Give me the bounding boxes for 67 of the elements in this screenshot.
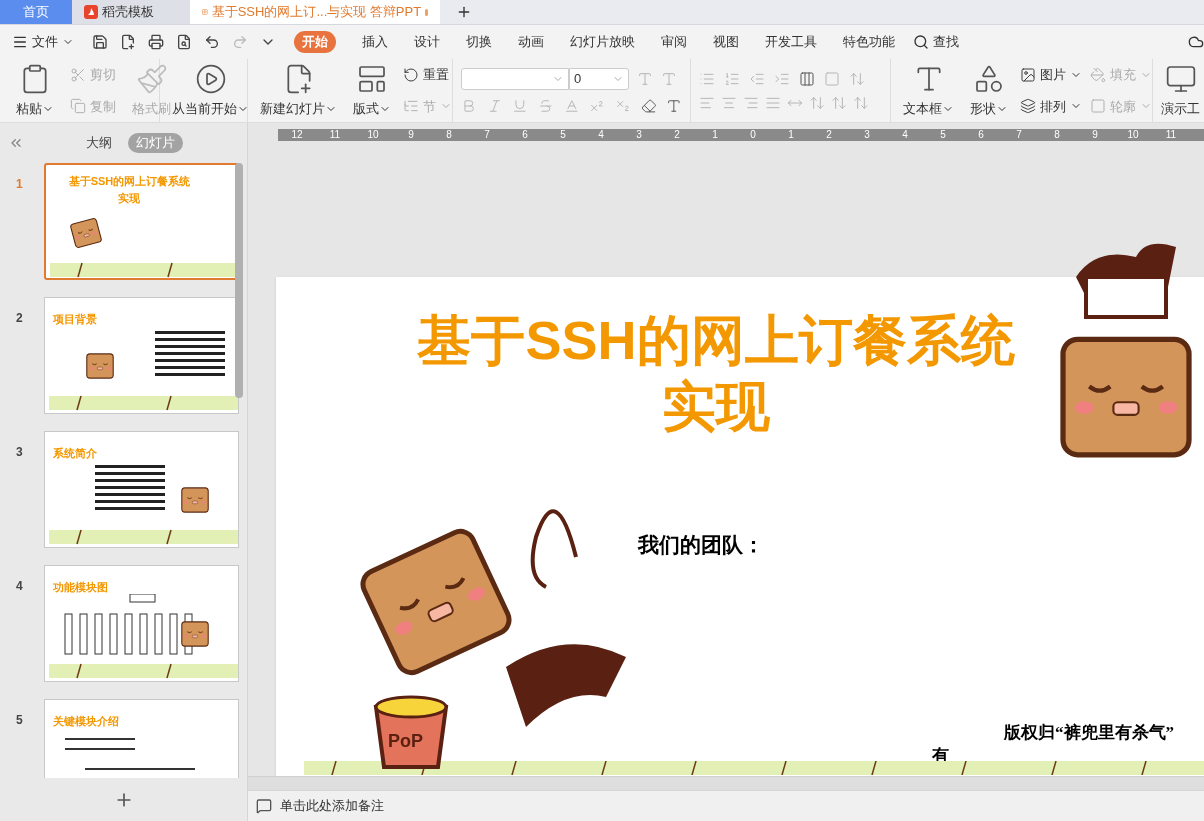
thumbnail-title: 项目背景: [52, 313, 97, 325]
ribbon-tab[interactable]: 幻灯片放映: [570, 32, 635, 52]
slide-number: 5: [16, 712, 24, 729]
ribbon-button[interactable]: 从当前开始: [168, 62, 253, 119]
ribbon-button[interactable]: 粘贴: [12, 62, 58, 119]
copyright-text: 版权归“裤兜里有杀气”: [1004, 722, 1174, 744]
ribbon-button[interactable]: 演示工: [1157, 62, 1204, 119]
ribbon-button[interactable]: 文本框: [899, 62, 958, 119]
format-icon[interactable]: [640, 97, 657, 114]
toolbar-icon[interactable]: [92, 34, 108, 50]
toolbar-icon[interactable]: [176, 34, 192, 50]
ribbon-tab[interactable]: 审阅: [661, 32, 687, 52]
tool-icon: [70, 98, 86, 115]
ribbon-tab[interactable]: 特色功能: [843, 32, 895, 52]
tool-icon: [403, 66, 419, 83]
scrollbar-thumb[interactable]: [235, 163, 243, 398]
slide-number: 4: [16, 578, 24, 595]
toolbar-icon[interactable]: [148, 34, 164, 50]
flame-logo-icon: [84, 5, 98, 19]
horizontal-scrollbar[interactable]: [248, 776, 1204, 790]
ruler: 12 11 10 9 8 7 6 5 4 3 2 1 0 1 2 3 4 5 6 7 8 9 10 11: [278, 129, 1204, 141]
tool-icon: [70, 66, 86, 83]
team-label: 我们的团队：: [638, 532, 764, 558]
panel-tab[interactable]: 大纲: [78, 133, 120, 153]
ribbon-tab[interactable]: 切换: [466, 32, 492, 52]
ribbon-tab[interactable]: 动画: [518, 32, 544, 52]
ribbon-tab[interactable]: 设计: [414, 32, 440, 52]
tool-icon: [194, 62, 227, 95]
ribbon-button[interactable]: 新建幻灯片: [256, 62, 341, 119]
tool-icon: [1090, 98, 1106, 115]
format-icon[interactable]: [666, 97, 683, 114]
thumbnail-title: 基于SSH的网上订餐系统: [68, 174, 191, 189]
tool-icon: [1020, 98, 1036, 115]
toolbar-icon[interactable]: [204, 34, 220, 50]
file-menu[interactable]: 文件: [12, 32, 74, 52]
ribbon-button[interactable]: 图片: [1020, 65, 1082, 85]
ribbon-tab[interactable]: 插入: [362, 32, 388, 52]
ribbon-tab[interactable]: 视图: [713, 32, 739, 52]
ribbon-button[interactable]: 版式: [349, 62, 395, 119]
ribbon-button[interactable]: 形状: [966, 62, 1012, 119]
slide-title: 实现: [662, 375, 770, 438]
menu-icon: [12, 34, 28, 50]
slide-number: 3: [16, 444, 24, 461]
search-button[interactable]: 查找: [913, 32, 959, 52]
slide-number: 2: [16, 310, 24, 327]
font-size-field[interactable]: 0: [569, 67, 629, 90]
slide-title: 基于SSH的网上订餐系统: [417, 309, 1015, 372]
slide-number: 1: [16, 176, 24, 193]
tool-icon: [1020, 66, 1036, 83]
notes-bar[interactable]: 单击此处添加备注: [248, 790, 1204, 821]
thumbnail-title: 系统简介: [52, 447, 97, 459]
tool-icon: [135, 62, 168, 95]
thumbnail-title: 关键模块介绍: [52, 715, 119, 727]
comment-icon: [256, 798, 272, 814]
ribbon-tab[interactable]: 开发工具: [765, 32, 817, 52]
search-icon: [913, 34, 929, 50]
font-name-field[interactable]: [461, 67, 569, 90]
thumbnail-title: 功能模块图: [52, 581, 108, 593]
ribbon-button[interactable]: 重置: [403, 65, 452, 85]
tool-icon: [1090, 66, 1106, 83]
toolbar-icon[interactable]: [120, 34, 136, 50]
format-icon[interactable]: [799, 70, 815, 87]
document-tab[interactable]: 稻壳模板: [72, 0, 190, 24]
thumbnail-title: 实现: [118, 190, 141, 206]
plus-icon: [456, 4, 472, 20]
ribbon-button[interactable]: 排列: [1020, 96, 1082, 116]
cloud-icon[interactable]: [1188, 34, 1204, 50]
